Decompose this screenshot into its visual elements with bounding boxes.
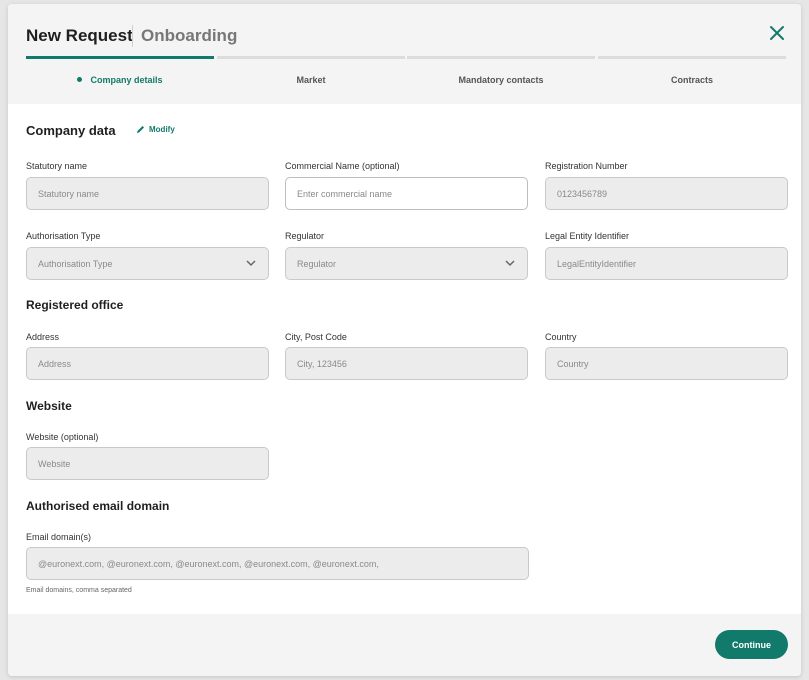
close-icon[interactable] <box>768 24 786 42</box>
modal-subtitle: Onboarding <box>141 26 238 45</box>
email-domains-field[interactable]: @euronext.com, @euronext.com, @euronext.… <box>26 547 529 580</box>
title-divider <box>132 25 133 47</box>
city-post-code-field[interactable]: City, 123456 <box>285 347 528 380</box>
step-progress-company-details <box>26 56 214 59</box>
authorisation-type-value: Authorisation Type <box>38 258 113 269</box>
section-title-email-domain: Authorised email domain <box>26 499 170 513</box>
country-field[interactable]: Country <box>545 347 788 380</box>
address-field[interactable]: Address <box>26 347 269 380</box>
tab-market[interactable]: Market <box>217 75 405 85</box>
website-label: Website (optional) <box>26 432 99 442</box>
statutory-name-label: Statutory name <box>26 161 88 171</box>
lei-field[interactable]: LegalEntityIdentifier <box>545 247 788 280</box>
step-progress-mandatory-contacts <box>407 56 595 59</box>
section-title-website: Website <box>26 399 72 413</box>
country-label: Country <box>545 332 577 342</box>
section-title-company-data: Company data <box>26 123 116 138</box>
modal-header: New Request Onboarding Company details M… <box>8 4 801 104</box>
registration-number-label: Registration Number <box>545 161 628 171</box>
chevron-down-icon <box>246 260 256 267</box>
chevron-down-icon <box>505 260 515 267</box>
regulator-select[interactable]: Regulator <box>285 247 528 280</box>
section-title-registered-office: Registered office <box>26 298 124 312</box>
new-request-modal: New Request Onboarding Company details M… <box>8 4 801 676</box>
continue-button[interactable]: Continue <box>715 630 788 659</box>
commercial-name-input[interactable]: Enter commercial name <box>285 177 528 210</box>
registration-number-field[interactable]: 0123456789 <box>545 177 788 210</box>
modify-button[interactable]: Modify <box>136 125 175 134</box>
website-field[interactable]: Website <box>26 447 269 480</box>
step-progress-contracts <box>598 56 786 59</box>
email-domains-hint: Email domains, comma separated <box>26 587 132 594</box>
active-step-dot <box>77 77 83 82</box>
lei-label: Legal Entity Identifier <box>545 231 630 241</box>
city-post-code-label: City, Post Code <box>285 332 347 342</box>
regulator-value: Regulator <box>297 258 337 269</box>
statutory-name-field[interactable]: Statutory name <box>26 177 269 210</box>
modal-title: New Request <box>26 26 133 45</box>
step-progress-market <box>217 56 405 59</box>
commercial-name-label: Commercial Name (optional) <box>285 161 400 171</box>
modal-footer <box>8 614 801 676</box>
pencil-icon <box>137 126 144 133</box>
modify-label: Modify <box>149 125 175 134</box>
address-label: Address <box>26 332 60 342</box>
authorisation-type-select[interactable]: Authorisation Type <box>26 247 269 280</box>
tab-company-details[interactable]: Company details <box>26 75 214 85</box>
tab-company-details-label: Company details <box>90 75 163 85</box>
email-domains-label: Email domain(s) <box>26 532 92 542</box>
authorisation-type-label: Authorisation Type <box>26 231 101 241</box>
regulator-label: Regulator <box>285 231 325 241</box>
tab-contracts[interactable]: Contracts <box>598 75 786 85</box>
tab-mandatory-contacts[interactable]: Mandatory contacts <box>407 75 595 85</box>
